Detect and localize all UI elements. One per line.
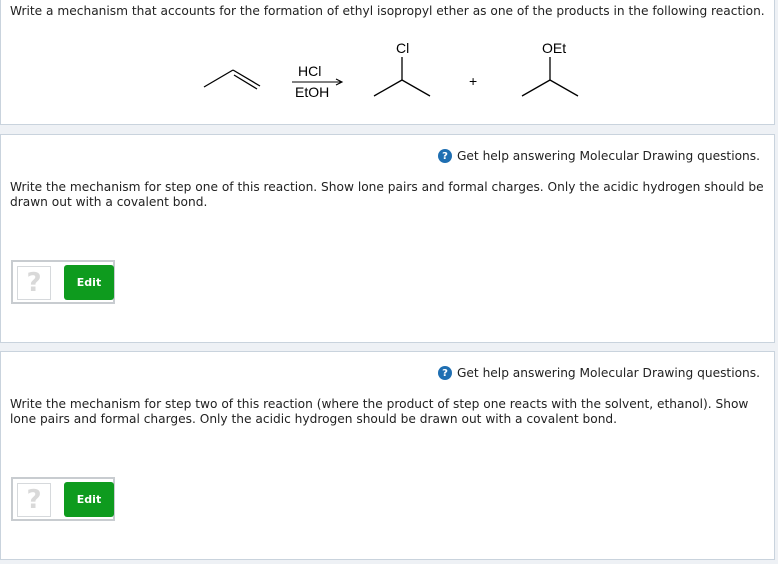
ether-structure (521, 57, 579, 97)
step-two-panel: ? Get help answering Molecular Drawing q… (0, 351, 775, 560)
ethoxy-label: OEt (542, 40, 566, 56)
chloro-label: Cl (396, 40, 409, 56)
help-icon[interactable]: ? (437, 149, 452, 163)
help-icon[interactable]: ? (437, 366, 452, 380)
chloropropane-structure (373, 57, 431, 97)
help-link-text[interactable]: Get help answering Molecular Drawing que… (457, 366, 760, 380)
help-link[interactable]: ? Get help answering Molecular Drawing q… (437, 149, 760, 163)
step-two-instruction: Write the mechanism for step two of this… (10, 397, 749, 426)
step-one-panel: ? Get help answering Molecular Drawing q… (0, 134, 775, 343)
empty-answer-icon: ? (17, 483, 51, 517)
edit-button[interactable]: Edit (64, 265, 114, 300)
help-link[interactable]: ? Get help answering Molecular Drawing q… (437, 366, 760, 380)
help-link-text[interactable]: Get help answering Molecular Drawing que… (457, 149, 760, 163)
empty-answer-icon: ? (17, 266, 51, 300)
step-one-instruction: Write the mechanism for step one of this… (10, 180, 764, 209)
propene-structure (203, 69, 261, 90)
question-intro-panel: Write a mechanism that accounts for the … (0, 0, 775, 125)
reagent-hcl: HCl (298, 63, 321, 79)
reagent-etoh: EtOH (295, 84, 329, 100)
edit-button[interactable]: Edit (64, 482, 114, 517)
plus-sign: + (469, 73, 477, 89)
answer-drawing-box[interactable]: ? Edit (11, 260, 115, 304)
answer-drawing-box[interactable]: ? Edit (11, 477, 115, 521)
reaction-scheme: HCl EtOH Cl + OEt (203, 40, 579, 100)
